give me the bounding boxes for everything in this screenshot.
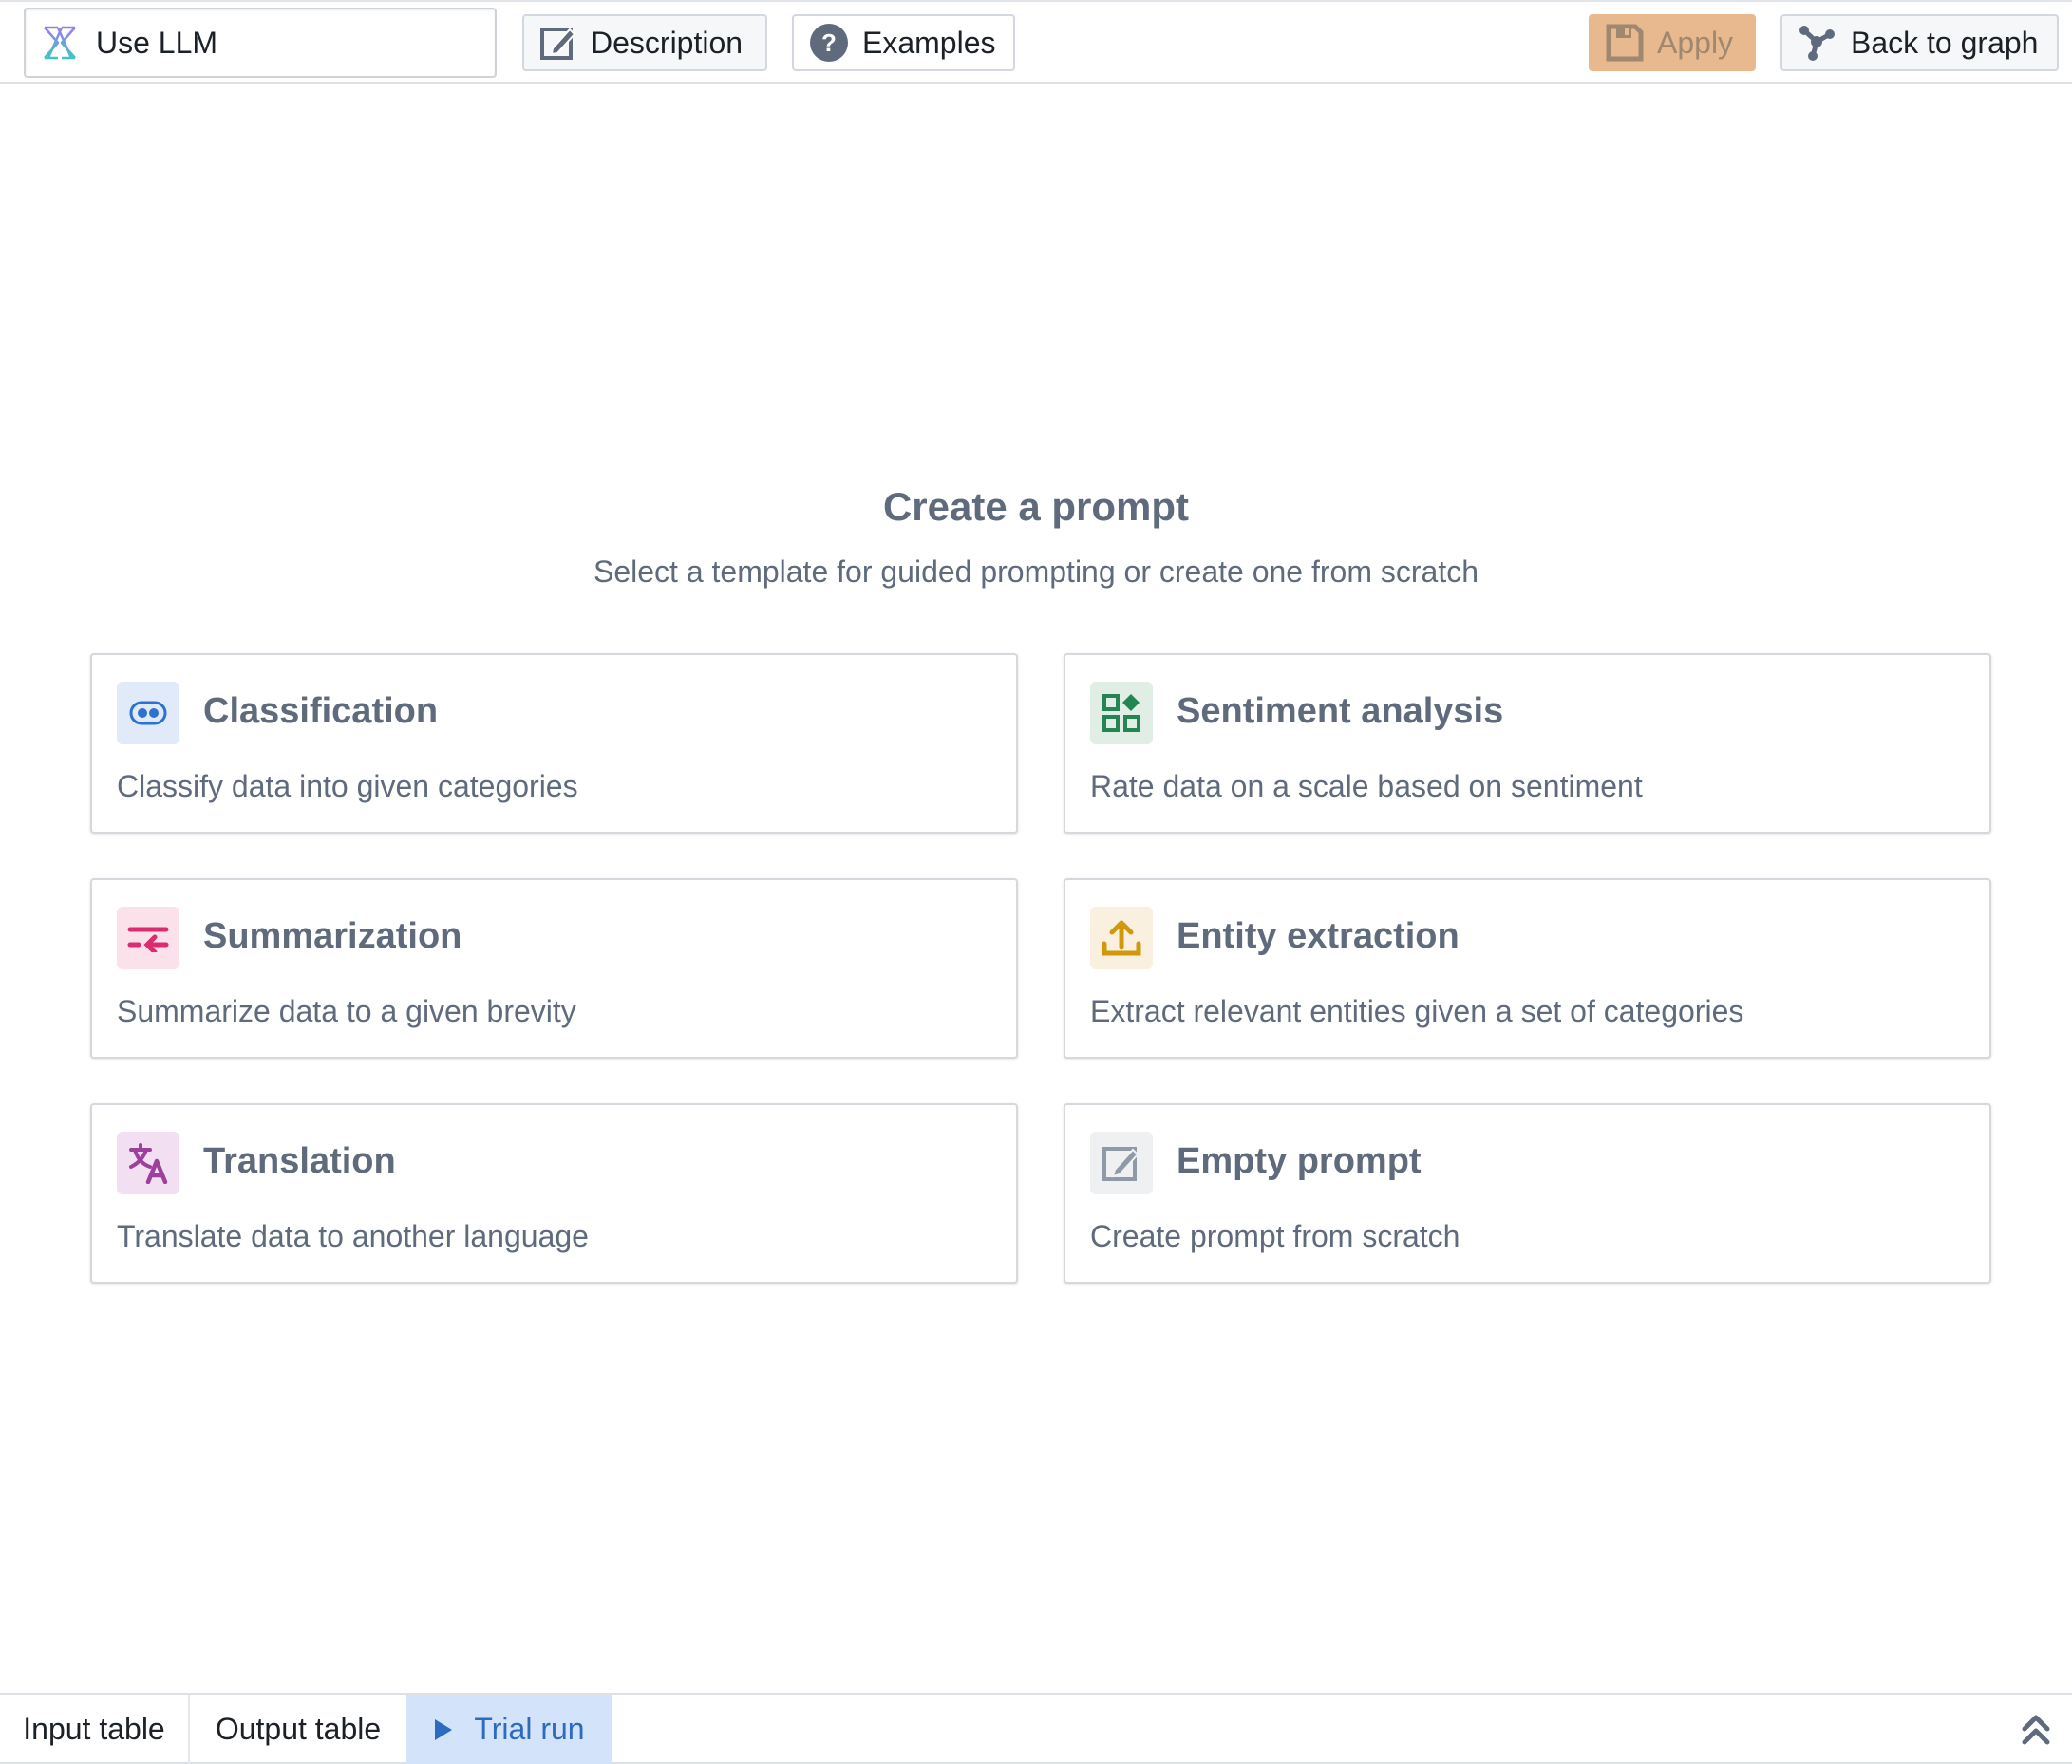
back-to-graph-label: Back to graph [1851, 25, 2039, 60]
tab-input-table[interactable]: Input table [0, 1695, 190, 1764]
graph-icon [1799, 26, 1835, 61]
template-description: Extract relevant entities given a set of… [1090, 994, 1744, 1028]
apply-button[interactable]: Apply [1589, 14, 1756, 71]
template-card-classification[interactable]: Classification Classify data into given … [90, 653, 1018, 834]
tab-label: Output table [215, 1712, 382, 1746]
node-name-field[interactable]: Use LLM [24, 8, 497, 78]
node-name-value: Use LLM [96, 25, 218, 60]
prompt-header: Create a prompt Select a template for gu… [0, 484, 2072, 590]
template-card-summarization[interactable]: Summarization Summarize data to a given … [90, 878, 1018, 1059]
examples-button[interactable]: ? Examples [792, 14, 1015, 71]
template-card-empty-prompt[interactable]: Empty prompt Create prompt from scratch [1064, 1103, 1991, 1284]
template-description: Create prompt from scratch [1090, 1219, 1460, 1253]
translation-icon [117, 1132, 179, 1194]
template-title: Sentiment analysis [1177, 691, 1504, 731]
template-card-translation[interactable]: Translation Translate data to another la… [90, 1103, 1018, 1284]
template-title: Entity extraction [1177, 916, 1460, 956]
tab-output-table[interactable]: Output table [190, 1695, 406, 1764]
template-title: Classification [203, 691, 439, 731]
edit-icon [540, 28, 576, 60]
template-description: Classify data into given categories [117, 769, 578, 803]
llm-logo-icon [44, 26, 76, 60]
template-description: Summarize data to a given brevity [117, 994, 576, 1028]
tab-label: Trial run [474, 1712, 585, 1746]
classification-icon [117, 682, 179, 744]
template-card-entity-extraction[interactable]: Entity extraction Extract relevant entit… [1064, 878, 1991, 1059]
template-card-sentiment-analysis[interactable]: Sentiment analysis Rate data on a scale … [1064, 653, 1991, 834]
apply-label: Apply [1657, 25, 1734, 60]
examples-label: Examples [862, 25, 996, 60]
template-description: Translate data to another language [117, 1219, 589, 1253]
summarization-icon [117, 907, 179, 969]
page-subtitle: Select a template for guided prompting o… [593, 554, 1479, 589]
back-to-graph-button[interactable]: Back to graph [1780, 14, 2059, 71]
template-description: Rate data on a scale based on sentiment [1090, 769, 1643, 803]
play-icon [435, 1718, 453, 1740]
template-title: Translation [203, 1141, 396, 1181]
description-button[interactable]: Description [522, 14, 767, 71]
bottom-panel-tabs: Input table Output table Trial run [0, 1693, 2072, 1764]
tab-label: Input table [23, 1712, 165, 1746]
edit-icon [1090, 1132, 1153, 1194]
toolbar: Use LLM Description ? Examples Apply Bac… [0, 0, 2072, 84]
save-icon [1606, 24, 1644, 62]
chevron-double-up-icon[interactable] [2017, 1710, 2055, 1748]
template-title: Summarization [203, 916, 462, 956]
tab-trial-run[interactable]: Trial run [406, 1695, 612, 1764]
svg-text:?: ? [821, 28, 837, 57]
sentiment-icon [1090, 682, 1153, 744]
template-title: Empty prompt [1177, 1141, 1422, 1181]
page-title: Create a prompt [882, 484, 1190, 529]
help-icon: ? [810, 24, 848, 62]
description-label: Description [591, 25, 744, 60]
extraction-icon [1090, 907, 1153, 969]
